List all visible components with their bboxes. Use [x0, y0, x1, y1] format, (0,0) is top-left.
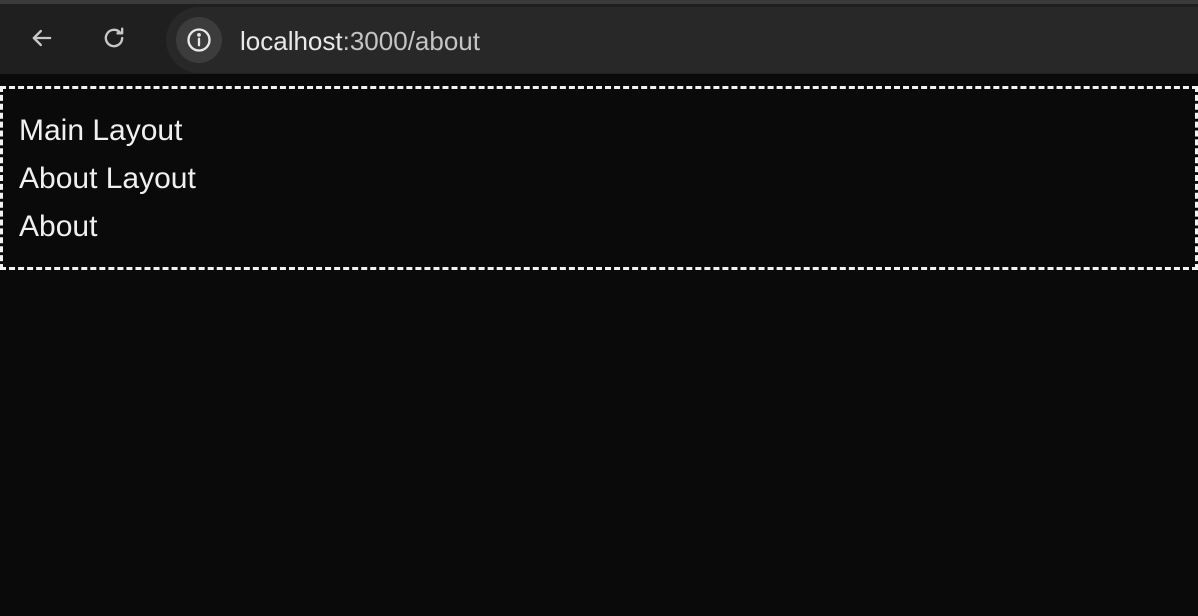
info-icon — [187, 28, 211, 52]
reload-icon — [104, 27, 124, 48]
page-viewport: Main Layout About Layout About — [0, 74, 1198, 616]
url-text[interactable]: localhost:3000/about — [240, 26, 480, 56]
url-path: :3000/about — [342, 26, 480, 56]
reload-button[interactable] — [94, 18, 134, 58]
layout-container: Main Layout About Layout About — [0, 86, 1198, 270]
site-info-button[interactable] — [176, 17, 222, 63]
about-layout-text: About Layout — [19, 162, 196, 195]
arrow-left-icon — [32, 29, 52, 47]
main-layout-text: Main Layout — [19, 114, 183, 147]
address-bar[interactable]: localhost:3000/about — [166, 7, 1198, 73]
url-host: localhost — [240, 26, 343, 56]
toolbar-inner: localhost:3000/about — [0, 4, 1198, 74]
about-page-text: About — [19, 210, 98, 243]
back-button[interactable] — [22, 18, 62, 58]
browser-toolbar: localhost:3000/about — [0, 0, 1198, 74]
